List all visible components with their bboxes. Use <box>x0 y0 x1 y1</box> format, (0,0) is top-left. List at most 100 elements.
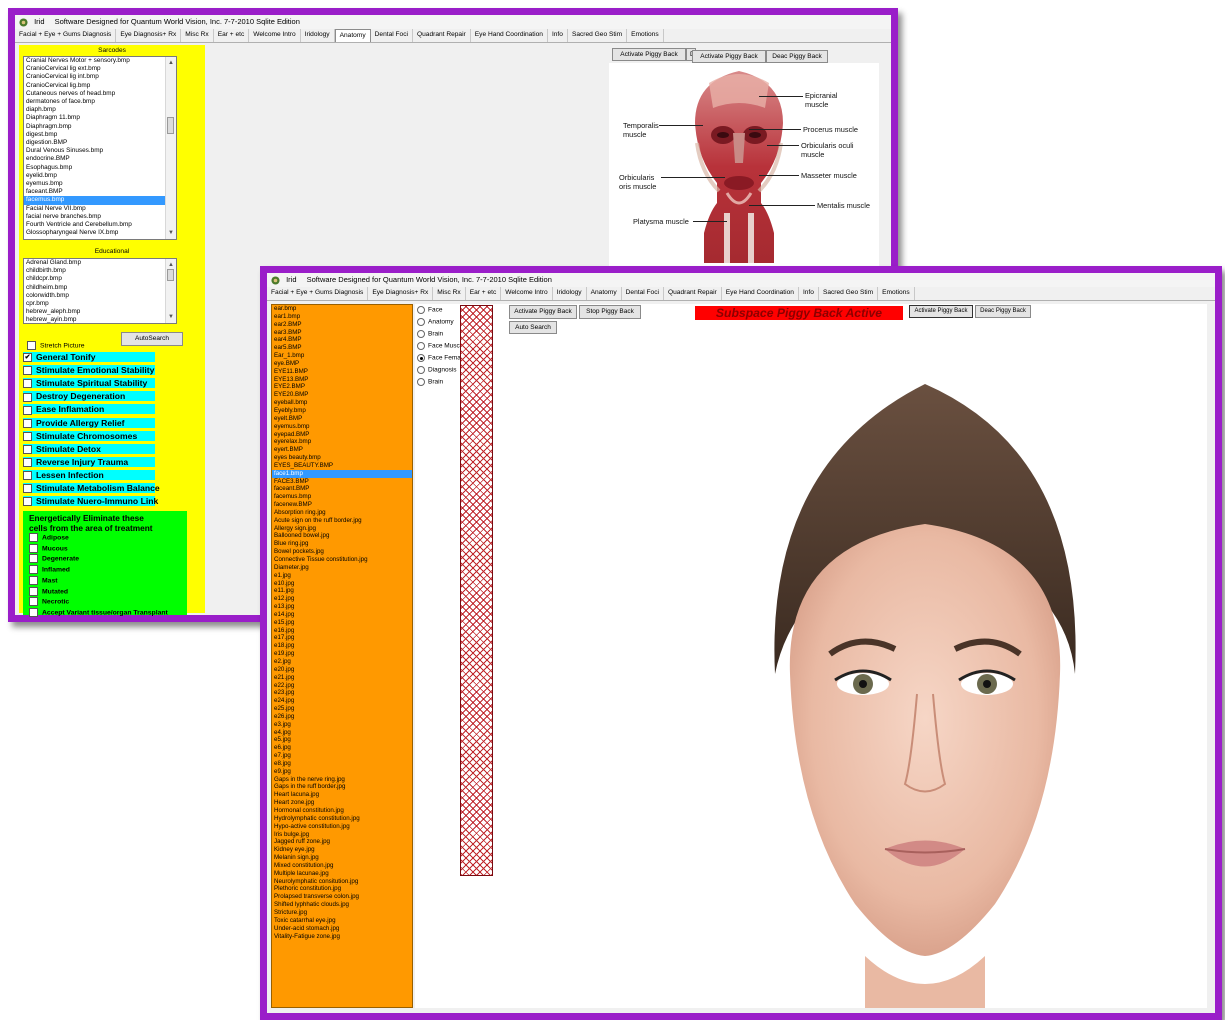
option-stimulate-detox[interactable]: Stimulate Detox <box>23 443 155 454</box>
cell-inflamed[interactable]: Inflamed <box>23 565 187 576</box>
list-item[interactable]: Connective Tissue constitution.jpg <box>272 556 412 564</box>
list-item[interactable]: eyert.BMP <box>272 446 412 454</box>
checkbox[interactable] <box>27 341 36 350</box>
radio-anatomy[interactable]: Anatomy <box>417 318 454 326</box>
checkbox[interactable] <box>23 366 32 376</box>
checkbox[interactable] <box>23 418 32 428</box>
list-item[interactable]: CranioCervical lig ext.bmp <box>24 65 176 73</box>
list-item[interactable]: Ear_1.bmp <box>272 352 412 360</box>
radio-brain[interactable]: Brain <box>417 330 443 338</box>
list-item[interactable]: face1.bmp <box>272 469 412 478</box>
option-stimulate-metabolism-balance[interactable]: Stimulate Metabolism Balance <box>23 483 160 494</box>
list-item[interactable]: ear1.bmp <box>272 313 412 321</box>
educational-scrollbar[interactable]: ▲ ▼ <box>165 259 176 323</box>
checkbox[interactable] <box>29 565 38 575</box>
option-reverse-injury-trauma[interactable]: Reverse Injury Trauma <box>23 456 155 468</box>
checkbox[interactable] <box>23 405 32 415</box>
list-item[interactable]: ear5.BMP <box>272 344 412 352</box>
list-item[interactable]: Heart zone.jpg <box>272 799 412 807</box>
list-item[interactable]: Absorption ring.jpg <box>272 509 412 517</box>
tab-emotions[interactable]: Emotions <box>878 287 915 300</box>
cell-adipose[interactable]: Adipose <box>23 533 187 544</box>
cell-degenerate[interactable]: Degenerate <box>23 554 187 565</box>
checkbox[interactable] <box>23 379 32 389</box>
list-item[interactable]: Jagged ruff zone.jpg <box>272 838 412 846</box>
list-item[interactable]: Bowel pockets.jpg <box>272 548 412 556</box>
list-item[interactable]: Acute sign on the ruff border.jpg <box>272 517 412 525</box>
checkbox[interactable] <box>29 597 38 607</box>
list-item[interactable]: eyemus.bmp <box>24 180 176 188</box>
list-item[interactable]: eyeball.bmp <box>272 399 412 407</box>
list-item[interactable]: Kidney eye.jpg <box>272 846 412 854</box>
tab-misc-rx[interactable]: Misc Rx <box>181 29 214 42</box>
list-item[interactable]: FACE3.BMP <box>272 478 412 486</box>
list-item[interactable]: Diaphragm.bmp <box>24 123 176 131</box>
tab-info[interactable]: Info <box>799 287 819 300</box>
list-item[interactable]: Hydrolymphatic constitution.jpg <box>272 815 412 823</box>
tab-anatomy[interactable]: Anatomy <box>587 287 622 300</box>
list-item[interactable]: EYE20.BMP <box>272 391 412 399</box>
sarcodes-scrollbar[interactable]: ▲ ▼ <box>165 57 176 239</box>
list-item[interactable]: Allergy sign.jpg <box>272 525 412 533</box>
list-item[interactable]: digestion.BMP <box>24 139 176 147</box>
checkbox[interactable] <box>23 444 32 454</box>
list-item[interactable]: eye.BMP <box>272 360 412 368</box>
list-item[interactable]: e22.jpg <box>272 682 412 690</box>
chevron-up-icon[interactable]: ▲ <box>168 261 174 269</box>
tab-iridology[interactable]: Iridology <box>301 29 335 42</box>
list-item[interactable]: e17.jpg <box>272 634 412 642</box>
list-item[interactable]: eyerelax.bmp <box>272 438 412 446</box>
cell-necrotic[interactable]: Necrotic <box>23 597 187 608</box>
list-item[interactable]: Stricture.jpg <box>272 909 412 917</box>
option-general-tonify[interactable]: ✔ General Tonify <box>23 352 155 363</box>
list-item[interactable]: e4.jpg <box>272 729 412 737</box>
list-item[interactable]: Diaphragm 11.bmp <box>24 114 176 122</box>
list-item[interactable]: eyepad.BMP <box>272 431 412 439</box>
radio-face-female[interactable]: Face Female <box>417 354 466 362</box>
list-item[interactable]: childheim.bmp <box>24 284 176 292</box>
list-item[interactable]: hebrew_aleph.bmp <box>24 308 176 316</box>
cell-mast[interactable]: Mast <box>23 575 187 587</box>
list-item[interactable]: CranioCervical lig int.bmp <box>24 73 176 81</box>
list-item[interactable]: e20.jpg <box>272 666 412 674</box>
list-item[interactable]: facemus.bmp <box>272 493 412 501</box>
list-item[interactable]: facial nerve branches.bmp <box>24 213 176 221</box>
list-item[interactable]: Esophagus.bmp <box>24 164 176 172</box>
option-stimulate-chromosomes[interactable]: Stimulate Chromosomes <box>23 430 155 441</box>
list-item[interactable]: EYE11.BMP <box>272 368 412 376</box>
scroll-thumb[interactable] <box>167 117 174 134</box>
checkbox[interactable] <box>23 471 32 481</box>
scroll-thumb[interactable] <box>167 269 174 281</box>
list-item[interactable]: faceant.BMP <box>24 188 176 196</box>
list-item[interactable]: childcpr.bmp <box>24 275 176 283</box>
list-item[interactable]: childbirth.bmp <box>24 267 176 275</box>
tab-eye-hand-coordination[interactable]: Eye Hand Coordination <box>471 29 548 42</box>
list-item[interactable]: endocrine.BMP <box>24 155 176 163</box>
list-item[interactable]: Neurolymphatic consitution.jpg <box>272 878 412 886</box>
tab-sacred-geo-stim[interactable]: Sacred Geo Stim <box>568 29 628 42</box>
list-item[interactable]: Blue ring.jpg <box>272 540 412 548</box>
list-item[interactable]: ear.bmp <box>272 305 412 313</box>
tab-info[interactable]: Info <box>548 29 568 42</box>
list-item[interactable]: EYE2.BMP <box>272 383 412 391</box>
list-item[interactable]: e21.jpg <box>272 674 412 682</box>
checkbox[interactable] <box>23 484 32 494</box>
list-item[interactable]: Dural Venous Sinuses.bmp <box>24 147 176 155</box>
option-destroy-degeneration[interactable]: Destroy Degeneration <box>23 391 155 402</box>
cell-accept-variant-tissue-organ-transplant[interactable]: Accept Variant tissue/organ Transplant <box>23 607 187 619</box>
tab-sacred-geo-stim[interactable]: Sacred Geo Stim <box>819 287 879 300</box>
list-item[interactable]: Prolapsed transverse colon.jpg <box>272 893 412 901</box>
list-item[interactable]: EYE13.BMP <box>272 376 412 384</box>
activate-piggy-back-button[interactable]: Activate Piggy Back <box>509 305 577 319</box>
radio-face[interactable]: Face <box>417 306 442 314</box>
list-item[interactable]: Ballooned bowel.jpg <box>272 532 412 540</box>
list-item[interactable]: e12.jpg <box>272 595 412 603</box>
list-item[interactable]: Under-acid stomach.jpg <box>272 925 412 933</box>
auto-search-button[interactable]: Auto Search <box>509 321 557 334</box>
list-item[interactable]: Toxic catarrhal eye.jpg <box>272 917 412 925</box>
list-item[interactable]: Glossopharyngeal Nerve IX.bmp <box>24 229 176 237</box>
list-item[interactable]: e26.jpg <box>272 713 412 721</box>
list-item[interactable]: e19.jpg <box>272 650 412 658</box>
radio-button[interactable] <box>417 342 425 350</box>
option-stimulate-emotional-stability[interactable]: Stimulate Emotional Stability <box>23 365 155 376</box>
